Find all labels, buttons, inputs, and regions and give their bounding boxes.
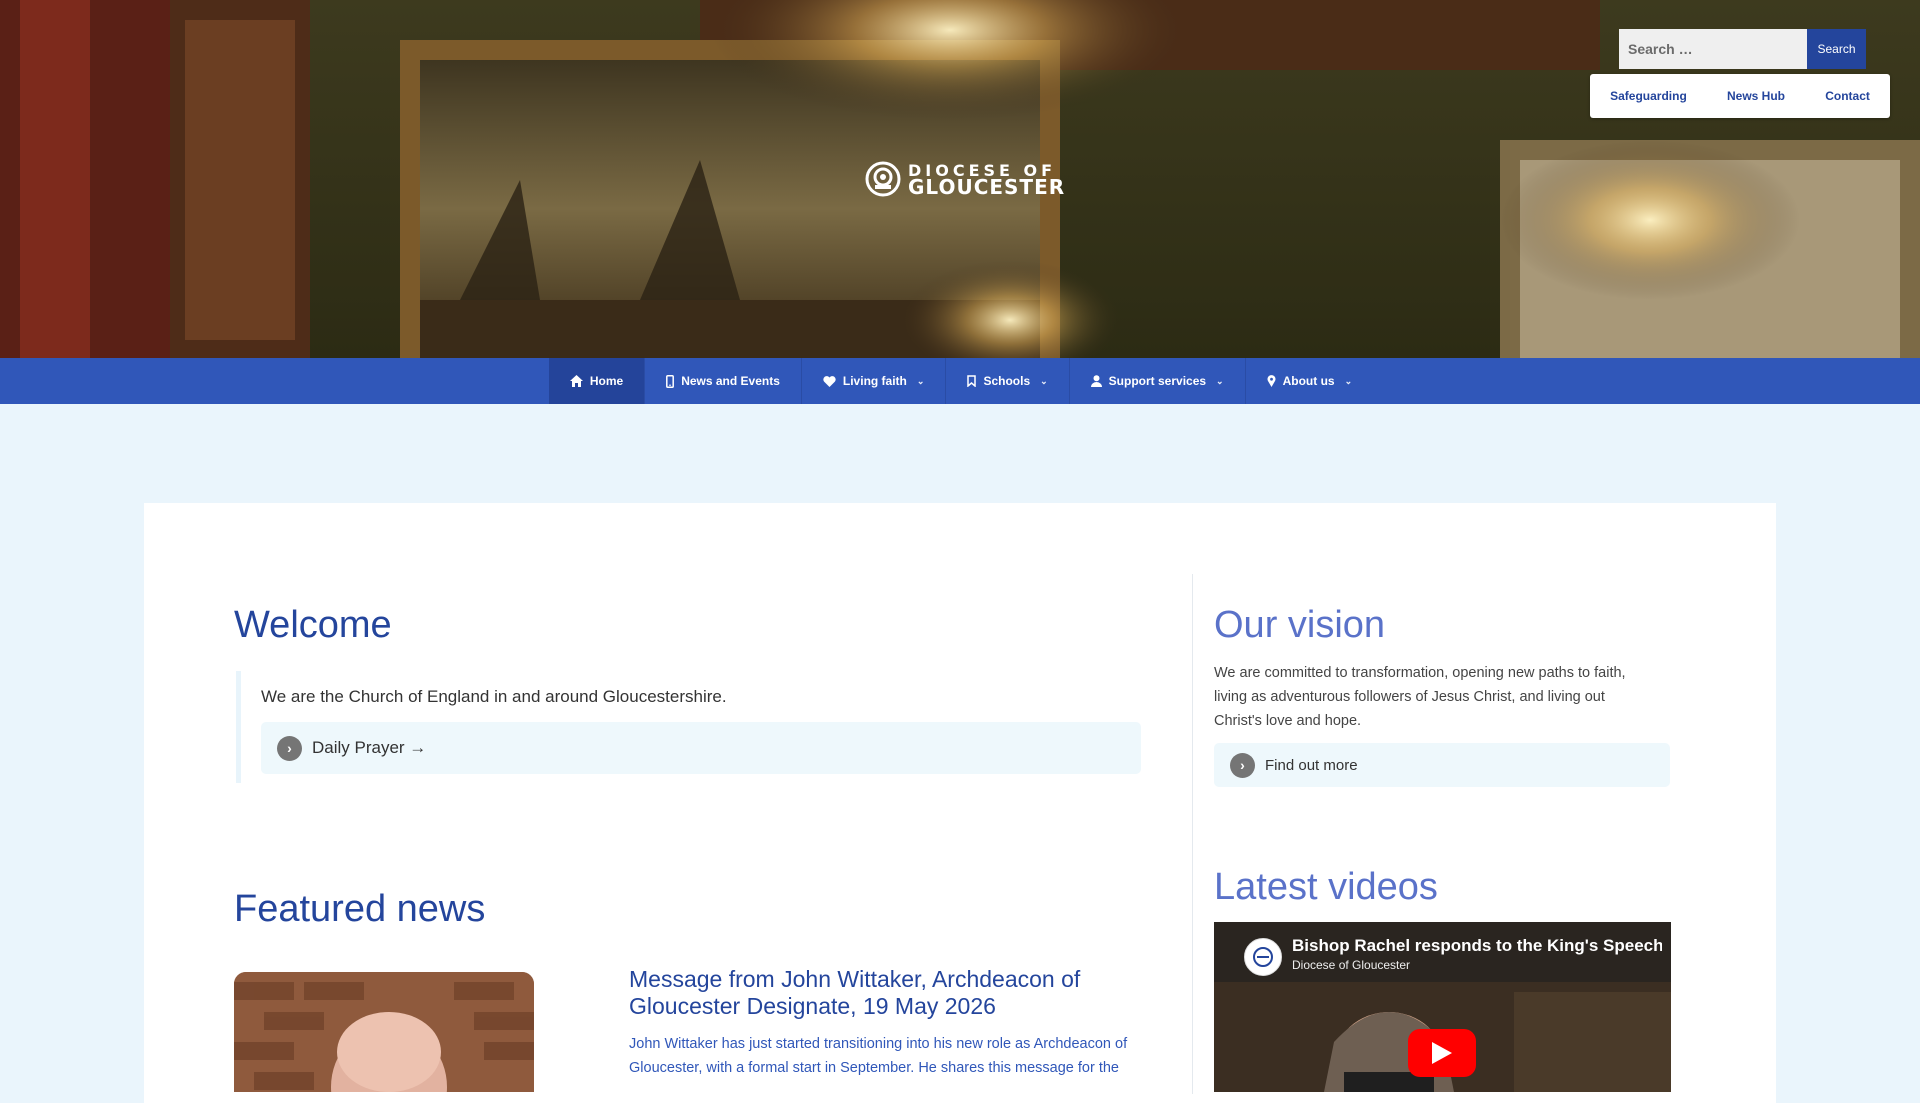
nav-menu: Home News and Events Living faith ⌄ Scho… (548, 358, 1374, 404)
nav-item-label: Schools (983, 374, 1031, 388)
logo-line-2: GLOUCESTER (908, 175, 1066, 199)
contact-link[interactable]: Contact (1825, 89, 1870, 103)
welcome-heading: Welcome (234, 604, 392, 646)
welcome-text: We are the Church of England in and arou… (261, 687, 727, 706)
vision-text: We are committed to transformation, open… (1214, 665, 1626, 729)
logo-wordmark: DIOCESE OF GLOUCESTER (908, 162, 1066, 199)
video-embed[interactable]: Bishop Rachel responds to the King's Spe… (1214, 922, 1671, 1092)
video-title[interactable]: Bishop Rachel responds to the King's Spe… (1292, 936, 1662, 956)
news-hub-link[interactable]: News Hub (1727, 89, 1785, 103)
chevron-down-icon: ⌄ (1040, 375, 1048, 386)
main-navigation: Home News and Events Living faith ⌄ Scho… (0, 358, 1920, 404)
home-icon (569, 375, 583, 387)
nav-item-label: Home (589, 374, 624, 388)
channel-logo-icon (1253, 947, 1273, 967)
nav-item-home[interactable]: Home (548, 358, 646, 404)
search-input[interactable] (1619, 29, 1807, 69)
news-excerpt: John Wittaker has just started transitio… (629, 1036, 1128, 1076)
channel-avatar[interactable] (1244, 938, 1282, 976)
chevron-right-icon: › (277, 735, 302, 761)
search-form: Search (1619, 29, 1866, 69)
nav-item-living-faith[interactable]: Living faith ⌄ (802, 358, 947, 404)
utility-links: Safeguarding News Hub Contact (1590, 74, 1890, 118)
nav-item-about-us[interactable]: About us ⌄ (1246, 358, 1374, 404)
latest-videos-heading: Latest videos (1214, 866, 1438, 908)
mobile-icon (666, 374, 675, 388)
site-logo[interactable]: DIOCESE OF GLOUCESTER (865, 160, 1065, 198)
heart-icon (823, 375, 836, 387)
play-icon (1432, 1042, 1452, 1064)
chevron-down-icon: ⌄ (1216, 375, 1224, 386)
news-headline-link[interactable]: Message from John Wittaker, Archdeacon o… (629, 966, 1149, 1020)
play-button[interactable] (1408, 1029, 1476, 1077)
nav-item-schools[interactable]: Schools ⌄ (946, 358, 1070, 404)
nav-item-support-services[interactable]: Support services ⌄ (1070, 358, 1246, 404)
column-divider (1192, 574, 1193, 1094)
vision-heading: Our vision (1214, 604, 1386, 646)
nav-item-label: News and Events (681, 374, 780, 388)
daily-prayer-link[interactable]: › Daily Prayer → (261, 722, 1141, 774)
news-thumbnail[interactable] (234, 972, 534, 1092)
nav-item-label: Support services (1108, 374, 1207, 388)
daily-prayer-label: Daily Prayer → (312, 738, 427, 757)
nav-item-label: About us (1282, 374, 1335, 388)
chevron-down-icon: ⌄ (1344, 375, 1353, 386)
video-channel-name: Diocese of Gloucester (1292, 958, 1411, 972)
map-pin-icon (1267, 375, 1276, 387)
diocese-logo-icon (865, 161, 901, 197)
find-out-more-label: Find out more (1265, 756, 1358, 774)
news-photo (234, 972, 534, 1092)
chevron-right-icon: › (1230, 752, 1255, 778)
bookmark-icon (967, 375, 977, 387)
hero-banner: Search Safeguarding News Hub Contact DIO… (0, 0, 1920, 358)
featured-news-heading: Featured news (234, 888, 486, 930)
find-out-more-link[interactable]: › Find out more (1214, 743, 1670, 787)
search-button[interactable]: Search (1807, 29, 1866, 69)
user-icon (1090, 375, 1102, 387)
nav-item-news-and-events[interactable]: News and Events (645, 358, 802, 404)
nav-item-label: Living faith (842, 374, 907, 388)
chevron-down-icon: ⌄ (916, 375, 925, 386)
safeguarding-link[interactable]: Safeguarding (1610, 89, 1687, 103)
